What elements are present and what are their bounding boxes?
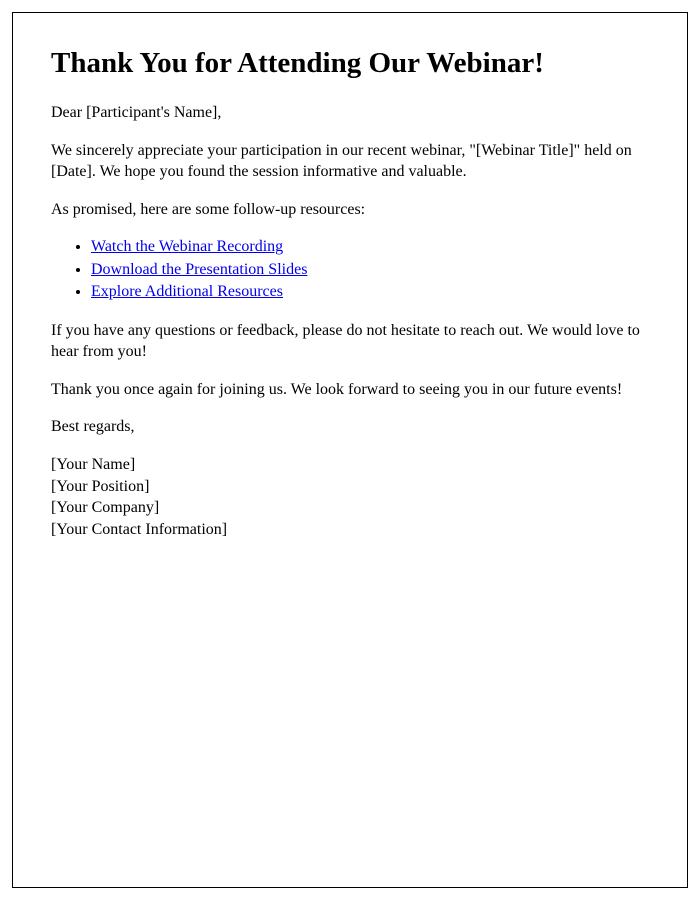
signature-name: [Your Name] <box>51 454 649 476</box>
closing: Best regards, <box>51 416 649 438</box>
list-item: Download the Presentation Slides <box>91 259 649 281</box>
greeting: Dear [Participant's Name], <box>51 102 649 124</box>
intro-paragraph: We sincerely appreciate your participati… <box>51 140 649 183</box>
resources-link[interactable]: Explore Additional Resources <box>91 283 283 300</box>
signature-block: [Your Name] [Your Position] [Your Compan… <box>51 454 649 540</box>
signature-contact: [Your Contact Information] <box>51 519 649 541</box>
resource-list: Watch the Webinar Recording Download the… <box>91 236 649 303</box>
page-title: Thank You for Attending Our Webinar! <box>51 47 649 80</box>
recording-link[interactable]: Watch the Webinar Recording <box>91 238 283 255</box>
list-item: Explore Additional Resources <box>91 281 649 303</box>
list-item: Watch the Webinar Recording <box>91 236 649 258</box>
thankyou-paragraph: Thank you once again for joining us. We … <box>51 379 649 401</box>
signature-company: [Your Company] <box>51 497 649 519</box>
resources-intro: As promised, here are some follow-up res… <box>51 199 649 221</box>
document-page: Thank You for Attending Our Webinar! Dea… <box>12 12 688 888</box>
slides-link[interactable]: Download the Presentation Slides <box>91 261 307 278</box>
signature-position: [Your Position] <box>51 476 649 498</box>
feedback-paragraph: If you have any questions or feedback, p… <box>51 320 649 363</box>
